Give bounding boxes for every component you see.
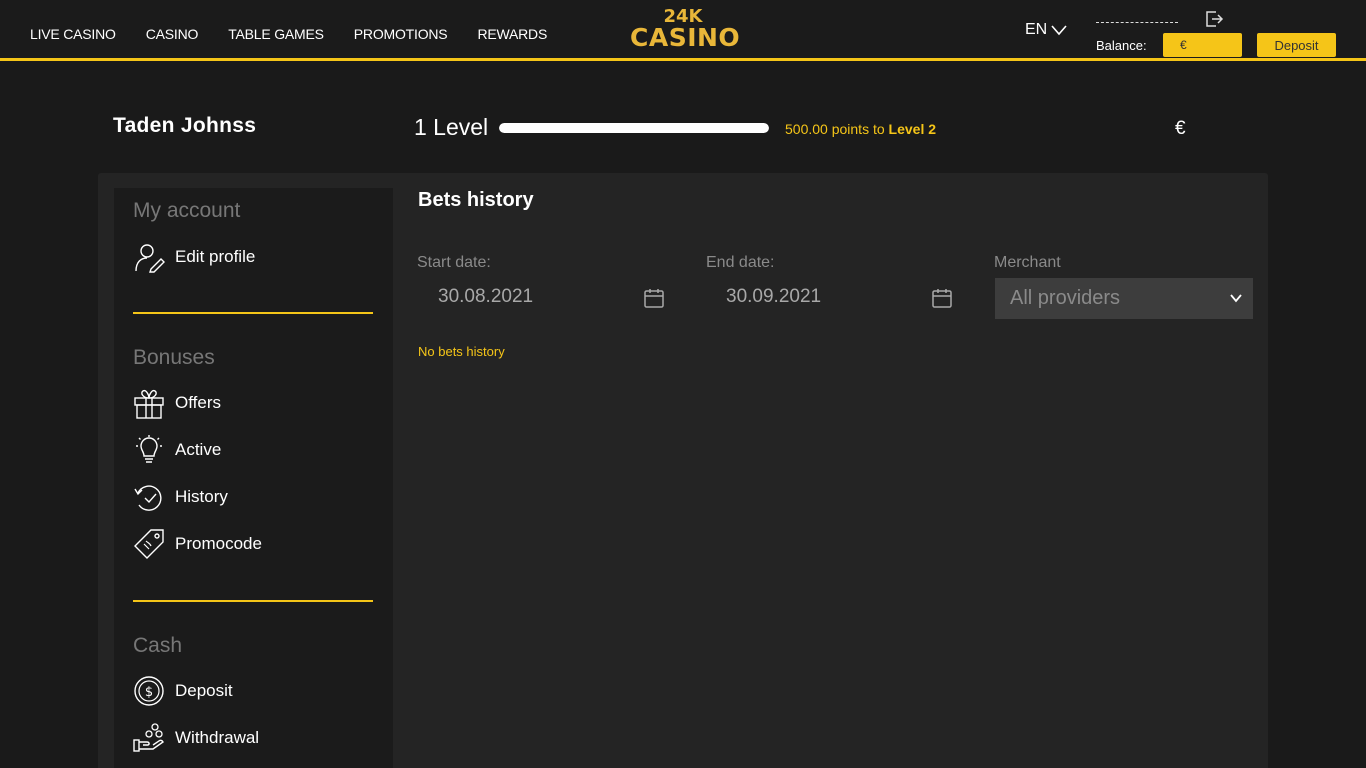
edit-profile-icon: [135, 244, 165, 273]
section-title-my-account: My account: [133, 199, 241, 222]
header-deposit-button[interactable]: Deposit: [1257, 33, 1336, 57]
start-date-input[interactable]: 30.08.2021: [418, 283, 664, 315]
merchant-selected-value: All providers: [1010, 287, 1121, 309]
merchant-label: Merchant: [994, 254, 1061, 271]
account-sidebar: My account Edit profile Bonuses Offers A…: [114, 188, 393, 768]
nav-casino[interactable]: CASINO: [146, 26, 199, 42]
history-icon: [134, 485, 162, 511]
nav-promotions[interactable]: PROMOTIONS: [354, 26, 448, 42]
start-date-label: Start date:: [417, 254, 491, 271]
section-title-bonuses: Bonuses: [133, 346, 215, 369]
page-title: Bets history: [418, 189, 534, 211]
gift-icon: [134, 389, 164, 419]
tag-icon: [134, 529, 164, 559]
empty-state-message: No bets history: [418, 344, 505, 359]
language-code: EN: [1025, 21, 1048, 38]
balance-value: €: [1163, 33, 1242, 57]
end-date-input[interactable]: 30.09.2021: [706, 283, 952, 315]
logout-icon[interactable]: [1204, 9, 1224, 29]
chevron-down-icon: [1230, 294, 1242, 303]
language-selector[interactable]: EN: [1025, 21, 1067, 39]
nav-table-games[interactable]: TABLE GAMES: [228, 26, 324, 42]
nav-live-casino[interactable]: LIVE CASINO: [30, 26, 116, 42]
points-prefix: 500.00 points to: [785, 121, 889, 137]
merchant-select[interactable]: All providers: [995, 278, 1253, 319]
currency-symbol: €: [1175, 118, 1186, 139]
sidebar-item-history[interactable]: History: [133, 480, 228, 514]
site-logo[interactable]: 24K CASINO: [630, 8, 741, 52]
dollar-coin-icon: $: [134, 676, 164, 706]
section-divider: [133, 600, 373, 602]
sidebar-item-label: Promocode: [175, 534, 262, 553]
level-progress-bar: [499, 123, 769, 133]
sidebar-item-promocode[interactable]: Promocode: [133, 527, 262, 561]
sidebar-item-offers[interactable]: Offers: [133, 386, 221, 420]
chevron-down-icon: [1051, 25, 1067, 36]
nav-rewards[interactable]: REWARDS: [477, 26, 547, 42]
sidebar-item-deposit[interactable]: $ Deposit: [133, 674, 233, 708]
end-date-value: 30.09.2021: [726, 286, 822, 307]
sidebar-item-active[interactable]: Active: [133, 433, 221, 467]
sidebar-item-label: Edit profile: [175, 247, 256, 266]
level-progress-fill: [499, 123, 769, 133]
sidebar-item-edit-profile[interactable]: Edit profile: [133, 240, 255, 274]
logo-bottom-text: CASINO: [630, 23, 741, 52]
level-label: 1 Level: [414, 114, 489, 140]
points-to-next-level: 500.00 points to Level 2: [785, 121, 936, 137]
username: Taden Johnss: [113, 114, 257, 137]
section-title-cash: Cash: [133, 634, 183, 657]
calendar-icon[interactable]: [932, 288, 952, 308]
points-next-level: Level 2: [888, 121, 937, 137]
sidebar-item-label: Offers: [175, 393, 221, 412]
svg-text:$: $: [145, 685, 153, 700]
balance-label: Balance:: [1096, 38, 1147, 53]
main-nav: LIVE CASINO CASINO TABLE GAMES PROMOTION…: [30, 26, 577, 42]
top-header: LIVE CASINO CASINO TABLE GAMES PROMOTION…: [0, 0, 1366, 61]
username-placeholder-dashes: [1096, 22, 1178, 23]
sidebar-item-label: Deposit: [175, 681, 233, 700]
start-date-value: 30.08.2021: [438, 286, 534, 307]
sidebar-item-withdrawal[interactable]: Withdrawal: [133, 721, 259, 755]
withdrawal-hand-icon: [133, 723, 164, 752]
sidebar-item-label: Active: [175, 440, 222, 459]
end-date-label: End date:: [706, 254, 775, 271]
sidebar-item-label: Withdrawal: [175, 728, 260, 747]
section-divider: [133, 312, 373, 314]
lightbulb-icon: [136, 435, 162, 463]
calendar-icon[interactable]: [644, 288, 664, 308]
sidebar-item-label: History: [175, 487, 228, 506]
